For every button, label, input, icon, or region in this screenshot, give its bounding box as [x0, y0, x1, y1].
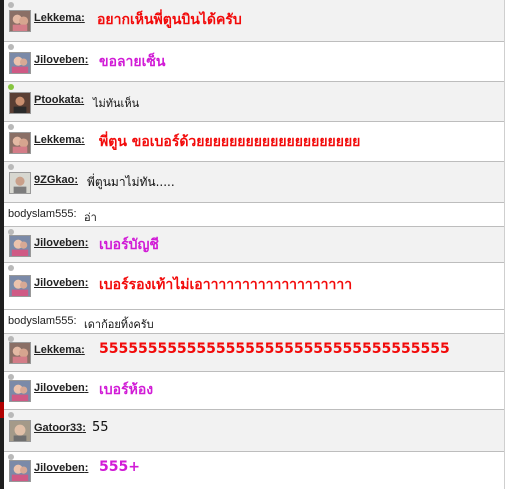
username-text[interactable]: bodyslam555:	[8, 208, 77, 220]
user-avatar[interactable]	[9, 460, 31, 482]
user-avatar[interactable]	[9, 380, 31, 402]
chat-message: Jiloveben: เบอร์ห้อง	[4, 372, 504, 410]
message-text: เบอร์รองเท้าไม่เอาาาาาาาาาาาาาาาาาาา	[99, 277, 353, 293]
username-link[interactable]: Jiloveben:	[34, 382, 88, 394]
message-text: 555+	[99, 459, 140, 475]
user-avatar[interactable]	[9, 52, 31, 74]
chat-log: Lekkema: อยากเห็นพี่ตูนบินได้ครับ Jilove…	[0, 0, 507, 489]
chat-message: Lekkema: พี่ตูน ขอเบอร์ด้วยยยยยยยยยยยยยย…	[4, 122, 504, 162]
chat-message: Lekkema: อยากเห็นพี่ตูนบินได้ครับ	[4, 0, 504, 42]
chat-message: Jiloveben: เบอร์รองเท้าไม่เอาาาาาาาาาาาา…	[4, 263, 504, 310]
chat-message: Jiloveben: ขอลายเซ็น	[4, 42, 504, 82]
status-dot	[8, 2, 14, 8]
chat-message: Jiloveben: เบอร์บัญชี	[4, 227, 504, 263]
message-text: ขอลายเซ็น	[99, 54, 166, 70]
message-text: เดาก้อยทิ้งครับ	[84, 319, 154, 331]
username-link[interactable]: 9ZGkao:	[34, 174, 78, 186]
message-text: 55	[92, 420, 109, 435]
user-avatar[interactable]	[9, 420, 31, 442]
username-link[interactable]: Lekkema:	[34, 134, 85, 146]
message-text: เบอร์ห้อง	[99, 382, 154, 398]
message-text: 555555555555555555555555555555555555	[99, 341, 450, 357]
username-link[interactable]: Gatoor33:	[34, 422, 86, 434]
chat-message: Ptookata: ไม่ทันเห็น	[4, 82, 504, 122]
chat-message: Lekkema: 5555555555555555555555555555555…	[4, 334, 504, 372]
message-text: เบอร์บัญชี	[99, 237, 159, 253]
message-text: พี่ตูน ขอเบอร์ด้วยยยยยยยยยยยยยยยยยยยย	[99, 134, 361, 150]
message-text: พี่ตูนมาไม่ทัน.....	[87, 175, 175, 189]
user-avatar[interactable]	[9, 10, 31, 32]
username-link[interactable]: Lekkema:	[34, 12, 85, 24]
status-dot	[8, 164, 14, 170]
status-dot	[8, 84, 14, 90]
chat-message: bodyslam555: เดาก้อยทิ้งครับ	[4, 310, 504, 334]
message-text: อ่า	[84, 212, 97, 224]
username-text[interactable]: bodyslam555:	[8, 315, 77, 327]
status-dot	[8, 265, 14, 271]
username-link[interactable]: Ptookata:	[34, 94, 84, 106]
message-text: ไม่ทันเห็น	[93, 98, 140, 110]
chat-message: 9ZGkao: พี่ตูนมาไม่ทัน.....	[4, 162, 504, 203]
chat-message: Gatoor33: 55	[4, 410, 504, 452]
status-dot	[8, 124, 14, 130]
user-avatar[interactable]	[9, 92, 31, 114]
user-avatar[interactable]	[9, 235, 31, 257]
username-link[interactable]: Jiloveben:	[34, 54, 88, 66]
username-link[interactable]: Jiloveben:	[34, 462, 88, 474]
user-avatar[interactable]	[9, 275, 31, 297]
username-link[interactable]: Lekkema:	[34, 344, 85, 356]
status-dot	[8, 44, 14, 50]
user-avatar[interactable]	[9, 342, 31, 364]
chat-message: Jiloveben: 555+	[4, 452, 504, 489]
user-avatar[interactable]	[9, 172, 31, 194]
status-dot	[8, 412, 14, 418]
user-avatar[interactable]	[9, 132, 31, 154]
chat-message: bodyslam555: อ่า	[4, 203, 504, 227]
username-link[interactable]: Jiloveben:	[34, 277, 88, 289]
username-link[interactable]: Jiloveben:	[34, 237, 88, 249]
message-text: อยากเห็นพี่ตูนบินได้ครับ	[97, 12, 242, 28]
